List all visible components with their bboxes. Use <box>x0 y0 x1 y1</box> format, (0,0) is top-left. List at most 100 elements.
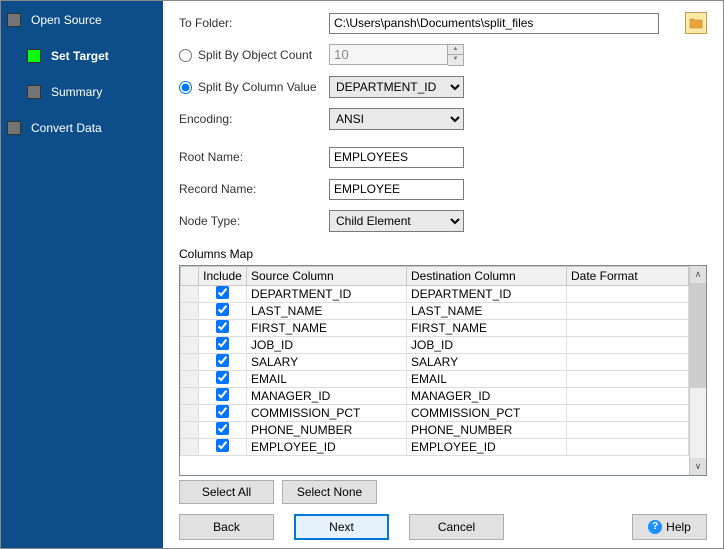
date-format-cell[interactable] <box>567 286 689 303</box>
date-format-cell[interactable] <box>567 405 689 422</box>
include-checkbox[interactable] <box>216 439 229 452</box>
table-row[interactable]: SALARYSALARY <box>181 354 689 371</box>
source-column-cell[interactable]: JOB_ID <box>247 337 407 354</box>
scroll-up-icon[interactable]: ∧ <box>690 266 706 283</box>
table-row[interactable]: DEPARTMENT_IDDEPARTMENT_ID <box>181 286 689 303</box>
source-column-cell[interactable]: SALARY <box>247 354 407 371</box>
table-row[interactable]: COMMISSION_PCTCOMMISSION_PCT <box>181 405 689 422</box>
dest-column-cell[interactable]: FIRST_NAME <box>407 320 567 337</box>
date-format-cell[interactable] <box>567 439 689 456</box>
step-marker-icon <box>7 13 21 27</box>
row-header <box>181 371 199 388</box>
date-format-cell[interactable] <box>567 371 689 388</box>
include-checkbox[interactable] <box>216 337 229 350</box>
browse-folder-button[interactable] <box>685 12 707 34</box>
table-row[interactable]: MANAGER_IDMANAGER_ID <box>181 388 689 405</box>
record-name-input[interactable] <box>329 179 464 200</box>
step-marker-icon <box>27 85 41 99</box>
dest-column-cell[interactable]: PHONE_NUMBER <box>407 422 567 439</box>
col-header-date[interactable]: Date Format <box>567 267 689 286</box>
include-checkbox[interactable] <box>216 320 229 333</box>
dest-column-cell[interactable]: SALARY <box>407 354 567 371</box>
dest-column-cell[interactable]: COMMISSION_PCT <box>407 405 567 422</box>
nav-label: Set Target <box>51 49 109 63</box>
split-by-count-radio-input[interactable] <box>179 49 192 62</box>
table-row[interactable]: EMPLOYEE_IDEMPLOYEE_ID <box>181 439 689 456</box>
spinner-down-icon[interactable]: ▼ <box>448 55 463 65</box>
date-format-cell[interactable] <box>567 303 689 320</box>
date-format-cell[interactable] <box>567 354 689 371</box>
col-header-dest[interactable]: Destination Column <box>407 267 567 286</box>
spinner-up-icon[interactable]: ▲ <box>448 45 463 55</box>
select-all-button[interactable]: Select All <box>179 480 274 504</box>
split-by-count-label: Split By Object Count <box>198 48 312 62</box>
include-checkbox[interactable] <box>216 371 229 384</box>
table-row[interactable]: PHONE_NUMBERPHONE_NUMBER <box>181 422 689 439</box>
date-format-cell[interactable] <box>567 422 689 439</box>
table-row[interactable]: LAST_NAMELAST_NAME <box>181 303 689 320</box>
dest-column-cell[interactable]: DEPARTMENT_ID <box>407 286 567 303</box>
columns-map-grid: Include Source Column Destination Column… <box>179 265 707 476</box>
folder-icon <box>689 17 703 29</box>
grid-scrollbar[interactable]: ∧ ∨ <box>689 266 706 475</box>
node-type-select[interactable]: Child Element <box>329 210 464 232</box>
include-checkbox[interactable] <box>216 388 229 401</box>
date-format-cell[interactable] <box>567 320 689 337</box>
dest-column-cell[interactable]: JOB_ID <box>407 337 567 354</box>
encoding-label: Encoding: <box>179 112 329 126</box>
root-name-label: Root Name: <box>179 150 329 164</box>
nav-summary[interactable]: Summary <box>25 81 159 103</box>
date-format-cell[interactable] <box>567 337 689 354</box>
col-header-source[interactable]: Source Column <box>247 267 407 286</box>
source-column-cell[interactable]: COMMISSION_PCT <box>247 405 407 422</box>
source-column-cell[interactable]: LAST_NAME <box>247 303 407 320</box>
source-column-cell[interactable]: DEPARTMENT_ID <box>247 286 407 303</box>
nav-open-source[interactable]: Open Source <box>5 9 159 31</box>
source-column-cell[interactable]: MANAGER_ID <box>247 388 407 405</box>
dest-column-cell[interactable]: LAST_NAME <box>407 303 567 320</box>
select-none-button[interactable]: Select None <box>282 480 377 504</box>
back-button[interactable]: Back <box>179 514 274 540</box>
help-label: Help <box>666 520 691 534</box>
include-checkbox[interactable] <box>216 303 229 316</box>
dest-column-cell[interactable]: EMPLOYEE_ID <box>407 439 567 456</box>
next-button[interactable]: Next <box>294 514 389 540</box>
include-checkbox[interactable] <box>216 405 229 418</box>
table-row[interactable]: FIRST_NAMEFIRST_NAME <box>181 320 689 337</box>
row-header <box>181 320 199 337</box>
nav-convert-data[interactable]: Convert Data <box>5 117 159 139</box>
dest-column-cell[interactable]: EMAIL <box>407 371 567 388</box>
include-checkbox[interactable] <box>216 354 229 367</box>
step-marker-icon <box>27 49 41 63</box>
table-row[interactable]: JOB_IDJOB_ID <box>181 337 689 354</box>
table-row[interactable]: EMAILEMAIL <box>181 371 689 388</box>
row-header <box>181 388 199 405</box>
source-column-cell[interactable]: PHONE_NUMBER <box>247 422 407 439</box>
split-column-select[interactable]: DEPARTMENT_ID <box>329 76 464 98</box>
row-header <box>181 405 199 422</box>
include-checkbox[interactable] <box>216 422 229 435</box>
scroll-down-icon[interactable]: ∨ <box>690 458 706 475</box>
root-name-input[interactable] <box>329 147 464 168</box>
source-column-cell[interactable]: EMAIL <box>247 371 407 388</box>
include-checkbox[interactable] <box>216 286 229 299</box>
split-by-column-radio[interactable]: Split By Column Value <box>179 80 329 94</box>
col-header-include[interactable]: Include <box>199 267 247 286</box>
wizard-sidebar: Open Source Set Target Summary Convert D… <box>1 1 163 548</box>
source-column-cell[interactable]: FIRST_NAME <box>247 320 407 337</box>
nav-label: Open Source <box>31 13 102 27</box>
cancel-button[interactable]: Cancel <box>409 514 504 540</box>
help-button[interactable]: ? Help <box>632 514 707 540</box>
row-header <box>181 439 199 456</box>
split-by-column-radio-input[interactable] <box>179 81 192 94</box>
row-header <box>181 422 199 439</box>
source-column-cell[interactable]: EMPLOYEE_ID <box>247 439 407 456</box>
to-folder-input[interactable] <box>329 13 659 34</box>
nav-set-target[interactable]: Set Target <box>25 45 159 67</box>
dest-column-cell[interactable]: MANAGER_ID <box>407 388 567 405</box>
row-header <box>181 303 199 320</box>
split-by-count-radio[interactable]: Split By Object Count <box>179 48 329 62</box>
scroll-thumb[interactable] <box>690 283 706 388</box>
encoding-select[interactable]: ANSI <box>329 108 464 130</box>
date-format-cell[interactable] <box>567 388 689 405</box>
